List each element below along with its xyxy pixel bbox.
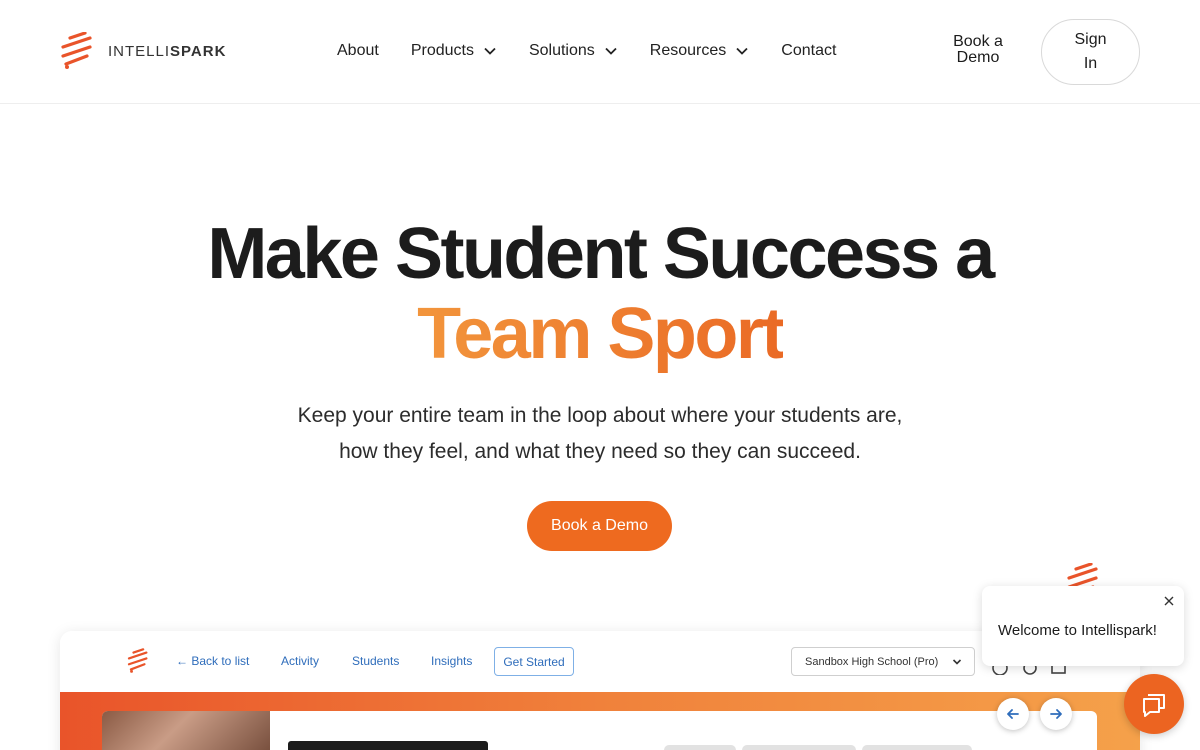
nav-resources-label: Resources (649, 42, 727, 59)
hero-title: Make Student Success a (207, 214, 995, 294)
nav-resources[interactable]: Resources (650, 42, 749, 60)
nav-products-label: Products (410, 42, 474, 59)
carousel-prev-button[interactable] (997, 698, 1029, 730)
preview-toolbar: ← Back to list Activity Students Insight… (60, 631, 1140, 692)
arrow-left-icon (1007, 709, 1019, 719)
nav-contact[interactable]: Contact (781, 42, 836, 60)
student-tag (664, 745, 736, 750)
nav-contact-label: Contact (781, 42, 837, 59)
sign-in-button[interactable]: Sign In (1041, 19, 1140, 85)
chat-icon (1143, 694, 1165, 717)
student-card (102, 711, 1097, 750)
hero-subtitle-line-1: Keep your entire team in the loop about … (297, 404, 903, 427)
carousel-next-button[interactable] (1040, 698, 1072, 730)
chat-welcome-bubble[interactable]: Welcome to Intellispark! (982, 586, 1184, 666)
intellispark-spark-icon (61, 32, 92, 69)
student-name-placeholder (288, 741, 488, 750)
arrow-right-icon (1050, 709, 1062, 719)
school-select-value: Sandbox High School (Pro) (805, 655, 939, 668)
back-to-list-link[interactable]: ← Back to list (176, 654, 249, 668)
main-nav: About Products Solutions Resources Conta… (337, 40, 868, 62)
intellispark-spark-icon (127, 648, 148, 673)
hero-title-accent: Team Sport (0, 294, 1200, 374)
nav-solutions-label: Solutions (528, 42, 595, 59)
hero-subtitle-line-2: how they feel, and what they need so the… (339, 440, 861, 463)
nav-about[interactable]: About (337, 42, 379, 60)
school-select[interactable]: Sandbox High School (Pro) (791, 647, 975, 676)
site-header: INTELLISPARK About Products Solutions Re… (0, 0, 1200, 104)
nav-about-label: About (337, 42, 379, 59)
chevron-down-icon (605, 47, 617, 55)
hero-title-accent-text: Team Sport (417, 294, 785, 374)
book-demo-button[interactable]: Book a Demo (527, 501, 672, 551)
close-icon[interactable] (1162, 594, 1176, 608)
preview-tab-activity[interactable]: Activity (281, 654, 319, 668)
chat-launcher-button[interactable] (1124, 674, 1184, 734)
chevron-down-icon (736, 47, 748, 55)
brand-wordmark: INTELLISPARK (108, 42, 227, 60)
product-preview: ← Back to list Activity Students Insight… (60, 631, 1140, 750)
preview-tab-insights[interactable]: Insights (431, 654, 472, 668)
get-started-button[interactable]: Get Started (494, 647, 574, 676)
nav-solutions[interactable]: Solutions (529, 42, 618, 60)
student-tag (742, 745, 856, 750)
chat-welcome-text: Welcome to Intellispark! (998, 622, 1157, 639)
preview-tab-students[interactable]: Students (352, 654, 399, 668)
nav-products[interactable]: Products (411, 42, 497, 60)
chevron-down-icon (952, 659, 962, 665)
chevron-down-icon (484, 47, 496, 55)
book-demo-link[interactable]: Book a Demo (948, 34, 1008, 66)
brand-logo[interactable]: INTELLISPARK (60, 32, 226, 70)
student-tag (862, 745, 972, 750)
hero-subtitle: Keep your entire team in the loop about … (200, 398, 1000, 470)
student-photo (102, 711, 270, 750)
